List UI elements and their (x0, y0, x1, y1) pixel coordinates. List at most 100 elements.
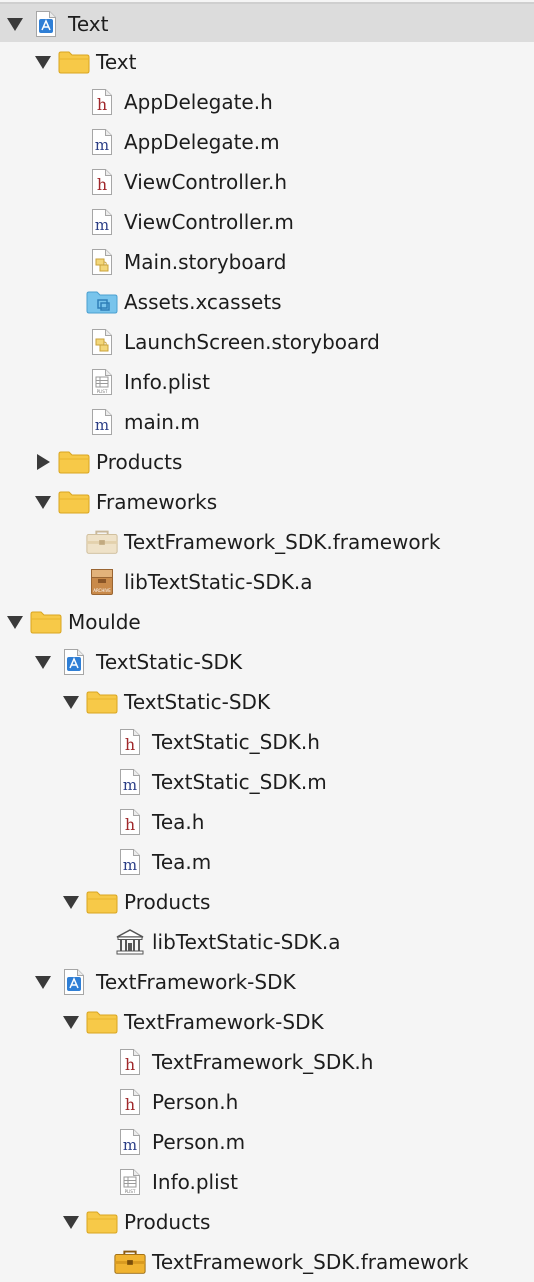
tree-row-label: Tea.m (152, 850, 212, 874)
assets-folder-icon (85, 282, 119, 322)
tree-row[interactable]: h AppDelegate.h (0, 82, 534, 122)
tree-row[interactable]: Products (0, 1202, 534, 1242)
tree-row-label: AppDelegate.h (124, 90, 273, 114)
header-file-icon: h (113, 802, 147, 842)
svg-text:m: m (95, 416, 109, 434)
tree-row[interactable]: h Tea.h (0, 802, 534, 842)
tree-row[interactable]: Main.storyboard (0, 242, 534, 282)
folder-icon (57, 442, 91, 482)
tree-row[interactable]: ARCHIVE libTextStatic-SDK.a (0, 562, 534, 602)
disclosure-expanded-icon[interactable] (59, 1002, 83, 1042)
svg-text:PLIST: PLIST (125, 1189, 136, 1194)
tree-row-label: Products (96, 450, 183, 474)
tree-row-label: main.m (124, 410, 200, 434)
tree-row-label: Text (96, 50, 137, 74)
tree-row[interactable]: Assets.xcassets (0, 282, 534, 322)
tree-row-label: TextFramework_SDK.framework (152, 1250, 469, 1274)
tree-row-label: Main.storyboard (124, 250, 287, 274)
disclosure-expanded-icon[interactable] (59, 1202, 83, 1242)
tree-row[interactable]: m AppDelegate.m (0, 122, 534, 162)
header-file-icon: h (113, 722, 147, 762)
header-file-icon: h (113, 1042, 147, 1082)
tree-row[interactable]: Frameworks (0, 482, 534, 522)
tree-row-label: Assets.xcassets (124, 290, 282, 314)
svg-text:m: m (95, 136, 109, 154)
tree-row[interactable]: Products (0, 442, 534, 482)
tree-row-label: Info.plist (124, 370, 210, 394)
tree-row[interactable]: TextFramework-SDK (0, 1002, 534, 1042)
tree-row[interactable]: Text (0, 42, 534, 82)
xcode-project-icon (29, 4, 63, 44)
svg-text:PLIST: PLIST (97, 389, 108, 394)
tree-row[interactable]: TextFramework_SDK.framework (0, 522, 534, 562)
tree-row[interactable]: h Person.h (0, 1082, 534, 1122)
svg-text:ARCHIVE: ARCHIVE (93, 588, 111, 593)
header-file-icon: h (113, 1082, 147, 1122)
disclosure-expanded-icon[interactable] (59, 682, 83, 722)
tree-row-label: Text (68, 12, 109, 36)
svg-text:h: h (125, 1055, 135, 1074)
svg-text:h: h (125, 735, 135, 754)
tree-row[interactable]: m ViewController.m (0, 202, 534, 242)
disclosure-expanded-icon[interactable] (3, 602, 27, 642)
folder-icon (29, 602, 63, 642)
tree-row[interactable]: h ViewController.h (0, 162, 534, 202)
storyboard-file-icon (85, 242, 119, 282)
tree-row-label: Person.m (152, 1130, 246, 1154)
folder-icon (85, 1002, 119, 1042)
xcode-project-icon (57, 962, 91, 1002)
tree-row[interactable]: m TextStatic_SDK.m (0, 762, 534, 802)
tree-row-label: ViewController.h (124, 170, 288, 194)
objc-file-icon: m (113, 842, 147, 882)
svg-text:h: h (97, 175, 107, 194)
tree-row[interactable]: TextFramework_SDK.framework (0, 1242, 534, 1282)
tree-row-label: Tea.h (152, 810, 205, 834)
tree-row-label: TextStatic-SDK (96, 650, 243, 674)
svg-text:m: m (95, 216, 109, 234)
tree-row[interactable]: TextFramework-SDK (0, 962, 534, 1002)
disclosure-expanded-icon[interactable] (31, 42, 55, 82)
tree-row[interactable]: m Tea.m (0, 842, 534, 882)
svg-text:h: h (125, 1095, 135, 1114)
tree-row[interactable]: h TextStatic_SDK.h (0, 722, 534, 762)
tree-row[interactable]: Moulde (0, 602, 534, 642)
tree-row-label: Person.h (152, 1090, 239, 1114)
project-navigator: Text Text h AppDelegate.h m AppDelegate.m h Vie… (0, 0, 534, 1278)
folder-icon (57, 482, 91, 522)
tree-row[interactable]: TextStatic-SDK (0, 642, 534, 682)
header-file-icon: h (85, 162, 119, 202)
objc-file-icon: m (85, 122, 119, 162)
tree-row-label: AppDelegate.m (124, 130, 280, 154)
tree-row-label: Moulde (68, 610, 141, 634)
tree-row[interactable]: Text (0, 2, 534, 42)
tree-row-label: TextFramework_SDK.framework (124, 530, 441, 554)
disclosure-expanded-icon[interactable] (31, 962, 55, 1002)
tree-row-label: Frameworks (96, 490, 218, 514)
plist-file-icon: PLIST (85, 362, 119, 402)
tree-row[interactable]: m Person.m (0, 1122, 534, 1162)
framework-faded-icon (85, 522, 119, 562)
tree-row[interactable]: PLIST Info.plist (0, 1162, 534, 1202)
svg-text:m: m (123, 1136, 137, 1154)
tree-row-label: TextStatic_SDK.m (152, 770, 327, 794)
svg-text:m: m (123, 856, 137, 874)
tree-row[interactable]: TextStatic-SDK (0, 682, 534, 722)
folder-icon (85, 882, 119, 922)
disclosure-expanded-icon[interactable] (31, 482, 55, 522)
folder-icon (85, 682, 119, 722)
disclosure-collapsed-icon[interactable] (31, 442, 55, 482)
storyboard-file-icon (85, 322, 119, 362)
tree-row[interactable]: Products (0, 882, 534, 922)
disclosure-expanded-icon[interactable] (3, 4, 27, 44)
disclosure-expanded-icon[interactable] (31, 642, 55, 682)
disclosure-expanded-icon[interactable] (59, 882, 83, 922)
tree-row[interactable]: LaunchScreen.storyboard (0, 322, 534, 362)
objc-file-icon: m (85, 402, 119, 442)
folder-icon (85, 1202, 119, 1242)
objc-file-icon: m (85, 202, 119, 242)
tree-row[interactable]: m main.m (0, 402, 534, 442)
tree-row[interactable]: h TextFramework_SDK.h (0, 1042, 534, 1082)
tree-row[interactable]: PLIST Info.plist (0, 362, 534, 402)
plist-file-icon: PLIST (113, 1162, 147, 1202)
tree-row[interactable]: libTextStatic-SDK.a (0, 922, 534, 962)
